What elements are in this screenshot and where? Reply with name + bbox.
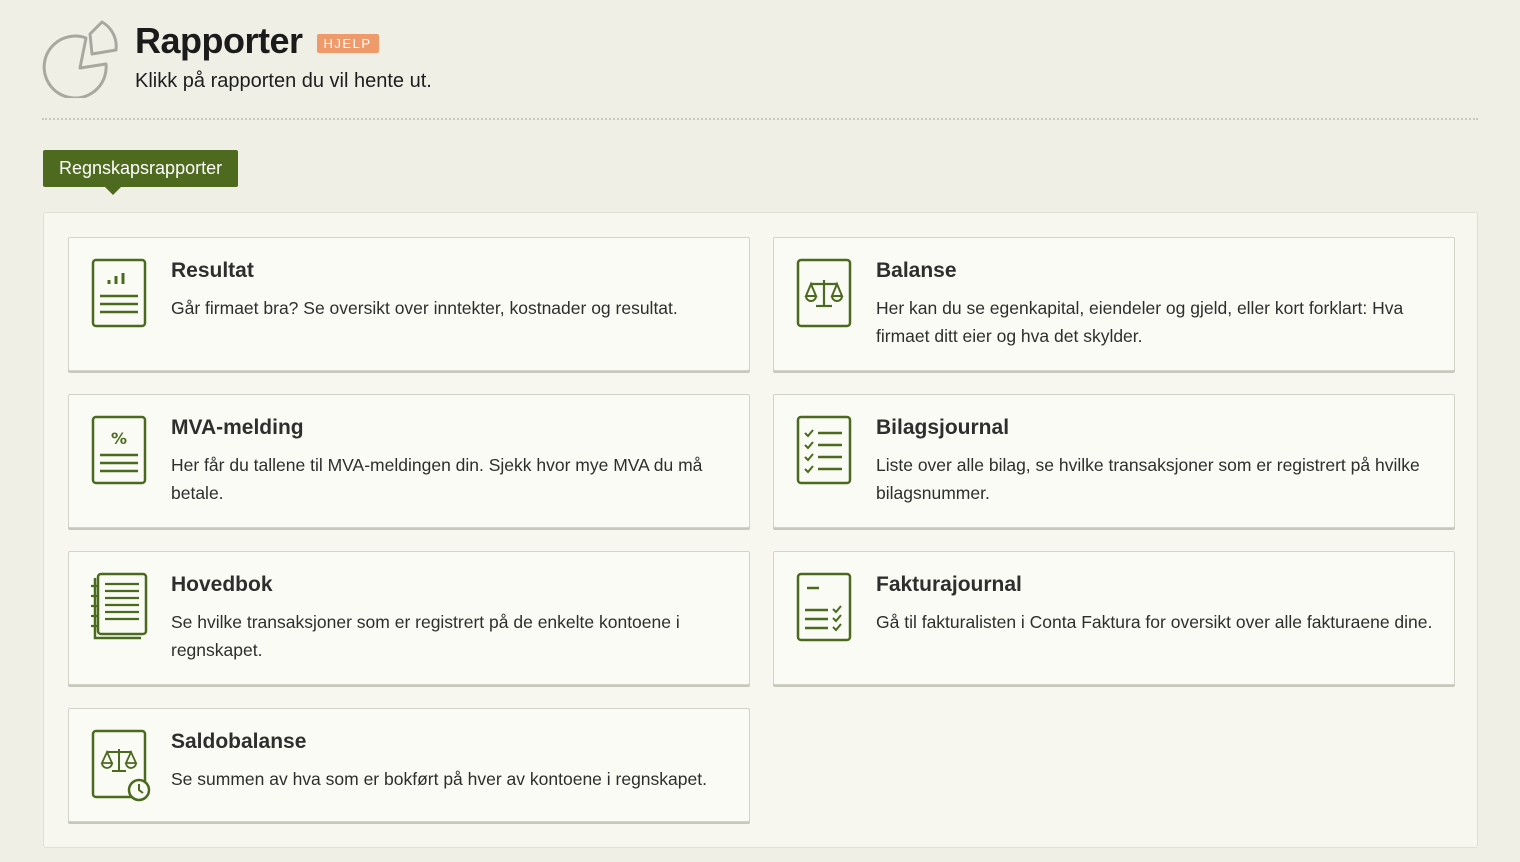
report-description: Her kan du se egenkapital, eiendeler og … — [876, 298, 1404, 346]
report-description: Går firmaet bra? Se oversikt over inntek… — [171, 298, 678, 318]
scales-document-icon — [796, 258, 852, 328]
report-card-resultat[interactable]: Resultat Går firmaet bra? Se oversikt ov… — [68, 237, 750, 371]
report-title: Bilagsjournal — [876, 416, 1010, 439]
help-badge[interactable]: HJELP — [316, 33, 379, 53]
checklist-document-icon — [796, 415, 852, 485]
report-description: Her får du tallene til MVA-meldingen din… — [171, 455, 703, 503]
invoice-checklist-icon — [796, 572, 852, 642]
report-card-bilagsjournal[interactable]: Bilagsjournal Liste over alle bilag, se … — [773, 394, 1455, 528]
report-description: Gå til fakturalisten i Conta Faktura for… — [876, 612, 1433, 632]
bar-chart-document-icon — [91, 258, 147, 328]
report-title: Hovedbok — [171, 573, 273, 596]
page-subtitle: Klikk på rapporten du vil hente ut. — [135, 70, 432, 92]
header-divider — [42, 118, 1478, 120]
reports-panel: Resultat Går firmaet bra? Se oversikt ov… — [43, 212, 1478, 848]
report-card-hovedbok[interactable]: Hovedbok Se hvilke transaksjoner som er … — [68, 551, 750, 685]
ledger-book-icon — [91, 572, 148, 640]
page-header: Rapporter HJELP Klikk på rapporten du vi… — [42, 18, 1478, 122]
scales-clock-document-icon — [91, 729, 151, 802]
report-description: Liste over alle bilag, se hvilke transak… — [876, 455, 1420, 503]
pie-chart-icon — [42, 20, 118, 98]
report-card-mva-melding[interactable]: % MVA-melding Her får du tallene til MVA… — [68, 394, 750, 528]
tab-regnskapsrapporter[interactable]: Regnskapsrapporter — [43, 150, 239, 195]
report-title: Saldobalanse — [171, 730, 307, 753]
report-description: Se summen av hva som er bokført på hver … — [171, 769, 707, 789]
report-card-balanse[interactable]: Balanse Her kan du se egenkapital, eiend… — [773, 237, 1455, 371]
report-title: Resultat — [171, 259, 254, 282]
percent-document-icon: % — [91, 415, 147, 485]
svg-text:%: % — [111, 429, 127, 448]
page-title: Rapporter — [135, 20, 303, 61]
report-title: MVA-melding — [171, 416, 304, 439]
report-title: Fakturajournal — [876, 573, 1022, 596]
report-title: Balanse — [876, 259, 957, 282]
report-card-fakturajournal[interactable]: Fakturajournal Gå til fakturalisten i Co… — [773, 551, 1455, 685]
report-card-saldobalanse[interactable]: Saldobalanse Se summen av hva som er bok… — [68, 708, 750, 822]
report-description: Se hvilke transaksjoner som er registrer… — [171, 612, 680, 660]
